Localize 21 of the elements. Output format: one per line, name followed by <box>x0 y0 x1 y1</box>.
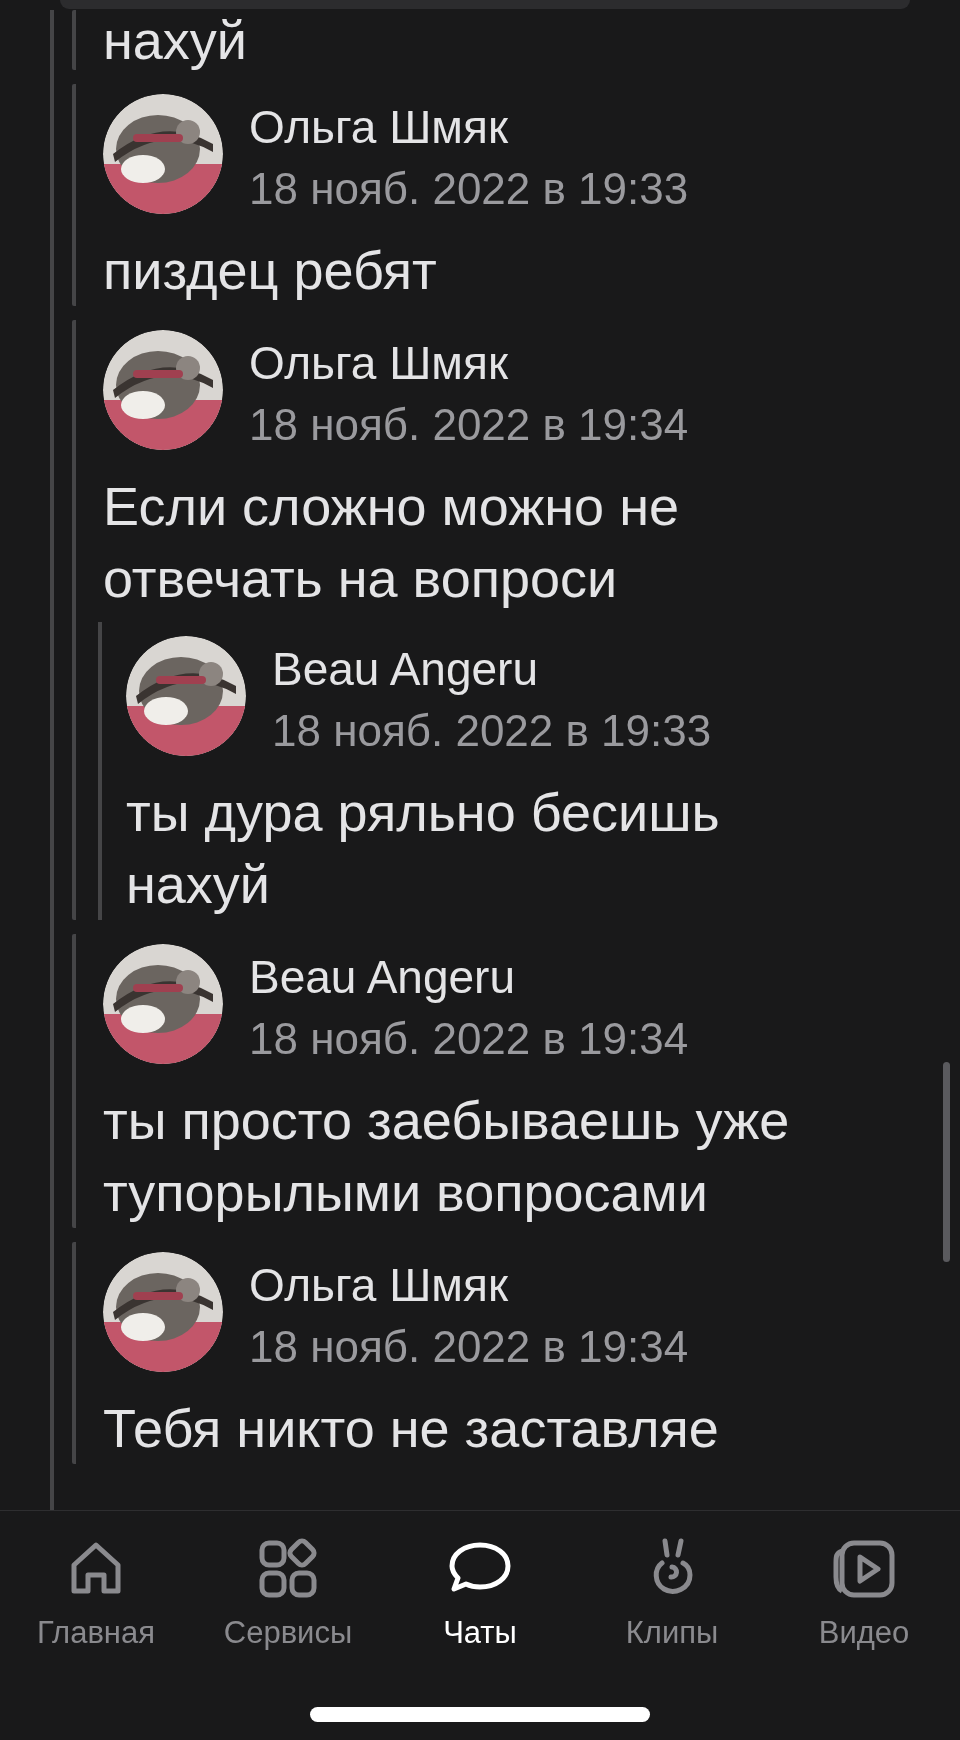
author-name[interactable]: Ольга Шмяк <box>249 332 689 394</box>
author-name[interactable]: Ольга Шмяк <box>249 96 689 158</box>
message-time: 18 нояб. 2022 в 19:34 <box>249 1013 689 1065</box>
author-name[interactable]: Ольга Шмяк <box>249 1254 689 1316</box>
message-text: ты просто заебываешь уже тупорылыми вопросами <box>103 1089 791 1224</box>
message-text: ты дура ряльно бесишь нахуй <box>126 781 721 916</box>
tab-button[interactable]: Главная <box>0 1533 192 1651</box>
message-time: 18 нояб. 2022 в 19:33 <box>249 163 689 215</box>
tab-button[interactable]: Сервисы <box>192 1533 384 1651</box>
tab-button[interactable]: Видео <box>768 1533 960 1651</box>
message-text: Если сложно можно не отвечать на вопроси <box>103 475 680 610</box>
message-text: Тебя никто не заставляе <box>103 1397 720 1460</box>
message-time: 18 нояб. 2022 в 19:34 <box>249 399 689 451</box>
message-text: нахуй <box>103 10 248 70</box>
author-name[interactable]: Beau Angeru <box>272 638 712 700</box>
author-name[interactable]: Beau Angeru <box>249 946 689 1008</box>
tab-button[interactable]: Клипы <box>576 1533 768 1651</box>
message-time: 18 нояб. 2022 в 19:34 <box>249 1321 689 1373</box>
message-time: 18 нояб. 2022 в 19:33 <box>272 705 712 757</box>
tab-button[interactable]: Чаты <box>384 1533 576 1651</box>
message-text: пиздец ребят <box>103 239 438 302</box>
